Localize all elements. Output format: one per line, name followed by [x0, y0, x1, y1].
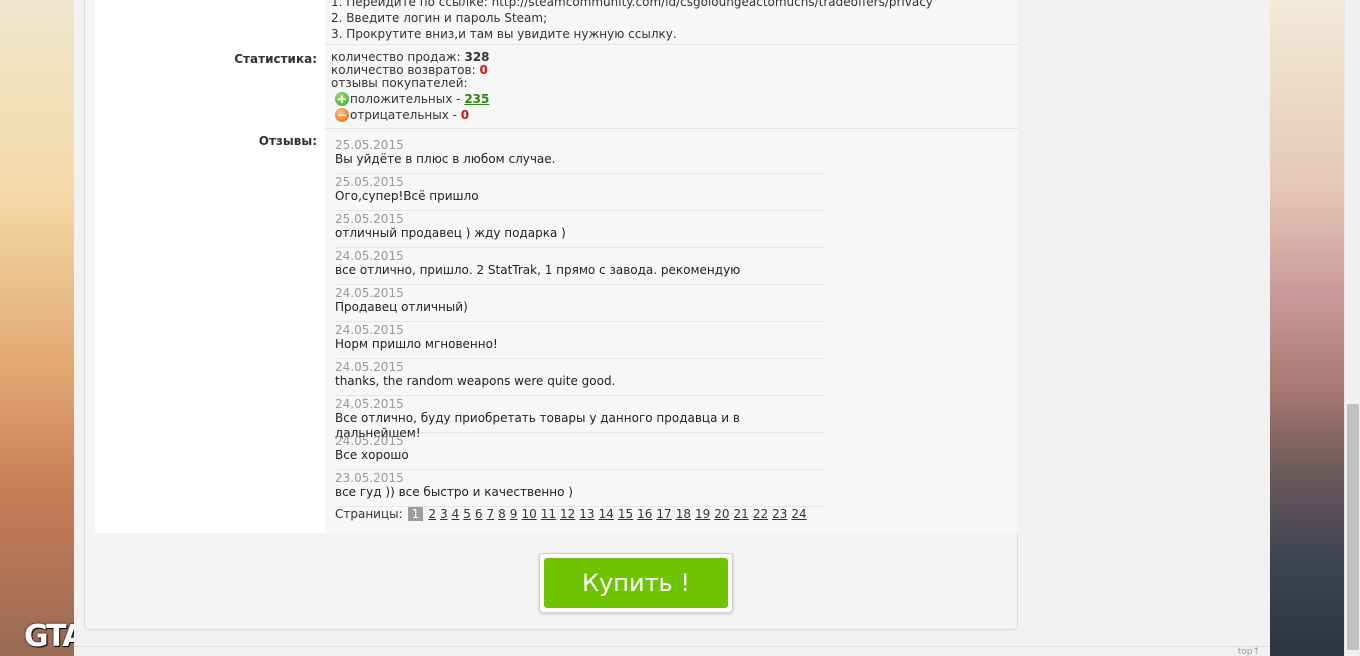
sales-count-label: количество продаж: — [331, 50, 461, 64]
labels-column: Статистика: Отзывы: — [95, 0, 325, 533]
negative-feedback-value: 0 — [460, 107, 470, 122]
page-link[interactable]: 11 — [541, 507, 556, 521]
negative-feedback-label: отрицательных - — [350, 107, 457, 122]
review-date: 25.05.2015 — [335, 138, 404, 152]
review-item: 23.05.2015 все гуд )) все быстро и качес… — [335, 470, 825, 507]
buy-button-frame: Купить ! — [539, 553, 733, 613]
returns-count-value: 0 — [479, 63, 488, 77]
minus-icon: − — [335, 108, 349, 122]
review-text: все отлично, пришло. 2 StatTrak, 1 прямо… — [335, 263, 741, 277]
background-art-right — [1270, 0, 1344, 656]
pagination: Страницы: 1 2 3 4 5 6 7 8 9 10 11 12 13 … — [335, 507, 811, 521]
reviews-label: Отзывы: — [258, 134, 317, 148]
page-link[interactable]: 21 — [734, 507, 749, 521]
page-link[interactable]: 7 — [487, 507, 495, 521]
instruction-line-2: 2. Введите логин и пароль Steam; — [331, 11, 548, 25]
instruction-line-1: 1. Перейдите по ссылке: http://steamcomm… — [331, 0, 933, 9]
top-link-label: top — [1237, 647, 1253, 656]
review-text: все гуд )) все быстро и качественно ) — [335, 485, 573, 499]
page-link[interactable]: 10 — [521, 507, 536, 521]
review-item: 24.05.2015 все отлично, пришло. 2 StatTr… — [335, 248, 825, 285]
review-item: 24.05.2015 Продавец отличный) — [335, 285, 825, 322]
instruction-line-3: 3. Прокрутите вниз,и там вы увидите нужн… — [331, 27, 677, 41]
page-link-current[interactable]: 1 — [407, 507, 424, 521]
review-date: 24.05.2015 — [335, 249, 404, 263]
review-date: 24.05.2015 — [335, 323, 404, 337]
reviews-list: 25.05.2015 Вы уйдёте в плюс в любом случ… — [335, 137, 825, 507]
negative-feedback-row: − отрицательных - 0 — [335, 108, 490, 122]
review-item: 25.05.2015 отличный продавец ) жду подар… — [335, 211, 825, 248]
review-item: 25.05.2015 Вы уйдёте в плюс в любом случ… — [335, 137, 825, 174]
review-item: 24.05.2015 Все отлично, буду приобретать… — [335, 396, 825, 440]
review-date: 24.05.2015 — [335, 360, 404, 374]
plus-icon: + — [335, 92, 349, 106]
page-link[interactable]: 15 — [618, 507, 633, 521]
section-divider — [325, 44, 1018, 45]
sales-count-value: 328 — [464, 50, 490, 64]
page-scrollbar[interactable] — [1344, 0, 1360, 656]
page-link[interactable]: 19 — [695, 507, 710, 521]
positive-feedback-link[interactable]: 235 — [464, 92, 489, 106]
review-item: 25.05.2015 Ого,супер!Всё пришло — [335, 174, 825, 211]
review-text: Все хорошо — [335, 448, 409, 462]
positive-feedback-row: + положительных - 235 — [335, 92, 490, 106]
pagination-label: Страницы: — [335, 507, 403, 521]
instructions: 1. Перейдите по ссылке: http://steamcomm… — [331, 0, 933, 42]
seller-stats: количество продаж: 328 количество возвра… — [331, 51, 490, 122]
page-link[interactable]: 17 — [656, 507, 671, 521]
review-date: 23.05.2015 — [335, 471, 404, 485]
review-text: отличный продавец ) жду подарка ) — [335, 226, 566, 240]
section-divider — [325, 128, 1018, 129]
arrow-up-icon: ↑ — [1252, 647, 1260, 656]
feedback-label: отзывы покупателей: — [331, 76, 468, 90]
review-item: 24.05.2015 Норм пришло мгновенно! — [335, 322, 825, 359]
stats-label: Статистика: — [234, 52, 317, 66]
review-text: Вы уйдёте в плюс в любом случае. — [335, 152, 556, 166]
page-link[interactable]: 18 — [676, 507, 691, 521]
review-item: 24.05.2015 thanks, the random weapons we… — [335, 359, 825, 396]
review-date: 24.05.2015 — [335, 397, 404, 411]
review-text: Продавец отличный) — [335, 300, 468, 314]
page-link[interactable]: 20 — [714, 507, 729, 521]
page-container: Статистика: Отзывы: 1. Перейдите по ссыл… — [74, 0, 1270, 656]
review-text: thanks, the random weapons were quite go… — [335, 374, 616, 388]
scroll-to-top-link[interactable]: top↑ — [1238, 647, 1260, 656]
page-link[interactable]: 24 — [791, 507, 806, 521]
buy-button[interactable]: Купить ! — [544, 558, 728, 608]
review-date: 24.05.2015 — [335, 286, 404, 300]
page-link[interactable]: 13 — [579, 507, 594, 521]
page-link[interactable]: 3 — [440, 507, 448, 521]
review-text: Ого,супер!Всё пришло — [335, 189, 479, 203]
page-link[interactable]: 8 — [498, 507, 506, 521]
page-link[interactable]: 14 — [599, 507, 614, 521]
page-link[interactable]: 16 — [637, 507, 652, 521]
footer-divider — [74, 646, 1270, 647]
background-art-left — [0, 0, 74, 656]
page-link[interactable]: 4 — [452, 507, 460, 521]
page-link[interactable]: 5 — [463, 507, 471, 521]
page-link[interactable]: 2 — [428, 507, 436, 521]
gta-logo: GTA — [24, 619, 74, 654]
product-card: Статистика: Отзывы: 1. Перейдите по ссыл… — [84, 0, 1018, 630]
review-date: 25.05.2015 — [335, 212, 404, 226]
review-date: 25.05.2015 — [335, 175, 404, 189]
scrollbar-thumb[interactable] — [1347, 404, 1359, 650]
positive-feedback-label: положительных - — [350, 91, 461, 106]
page-link[interactable]: 12 — [560, 507, 575, 521]
page-link[interactable]: 6 — [475, 507, 483, 521]
page-link[interactable]: 22 — [753, 507, 768, 521]
returns-count-label: количество возвратов: — [331, 63, 476, 77]
page-link[interactable]: 23 — [772, 507, 787, 521]
review-text: Норм пришло мгновенно! — [335, 337, 498, 351]
page-link[interactable]: 9 — [510, 507, 518, 521]
